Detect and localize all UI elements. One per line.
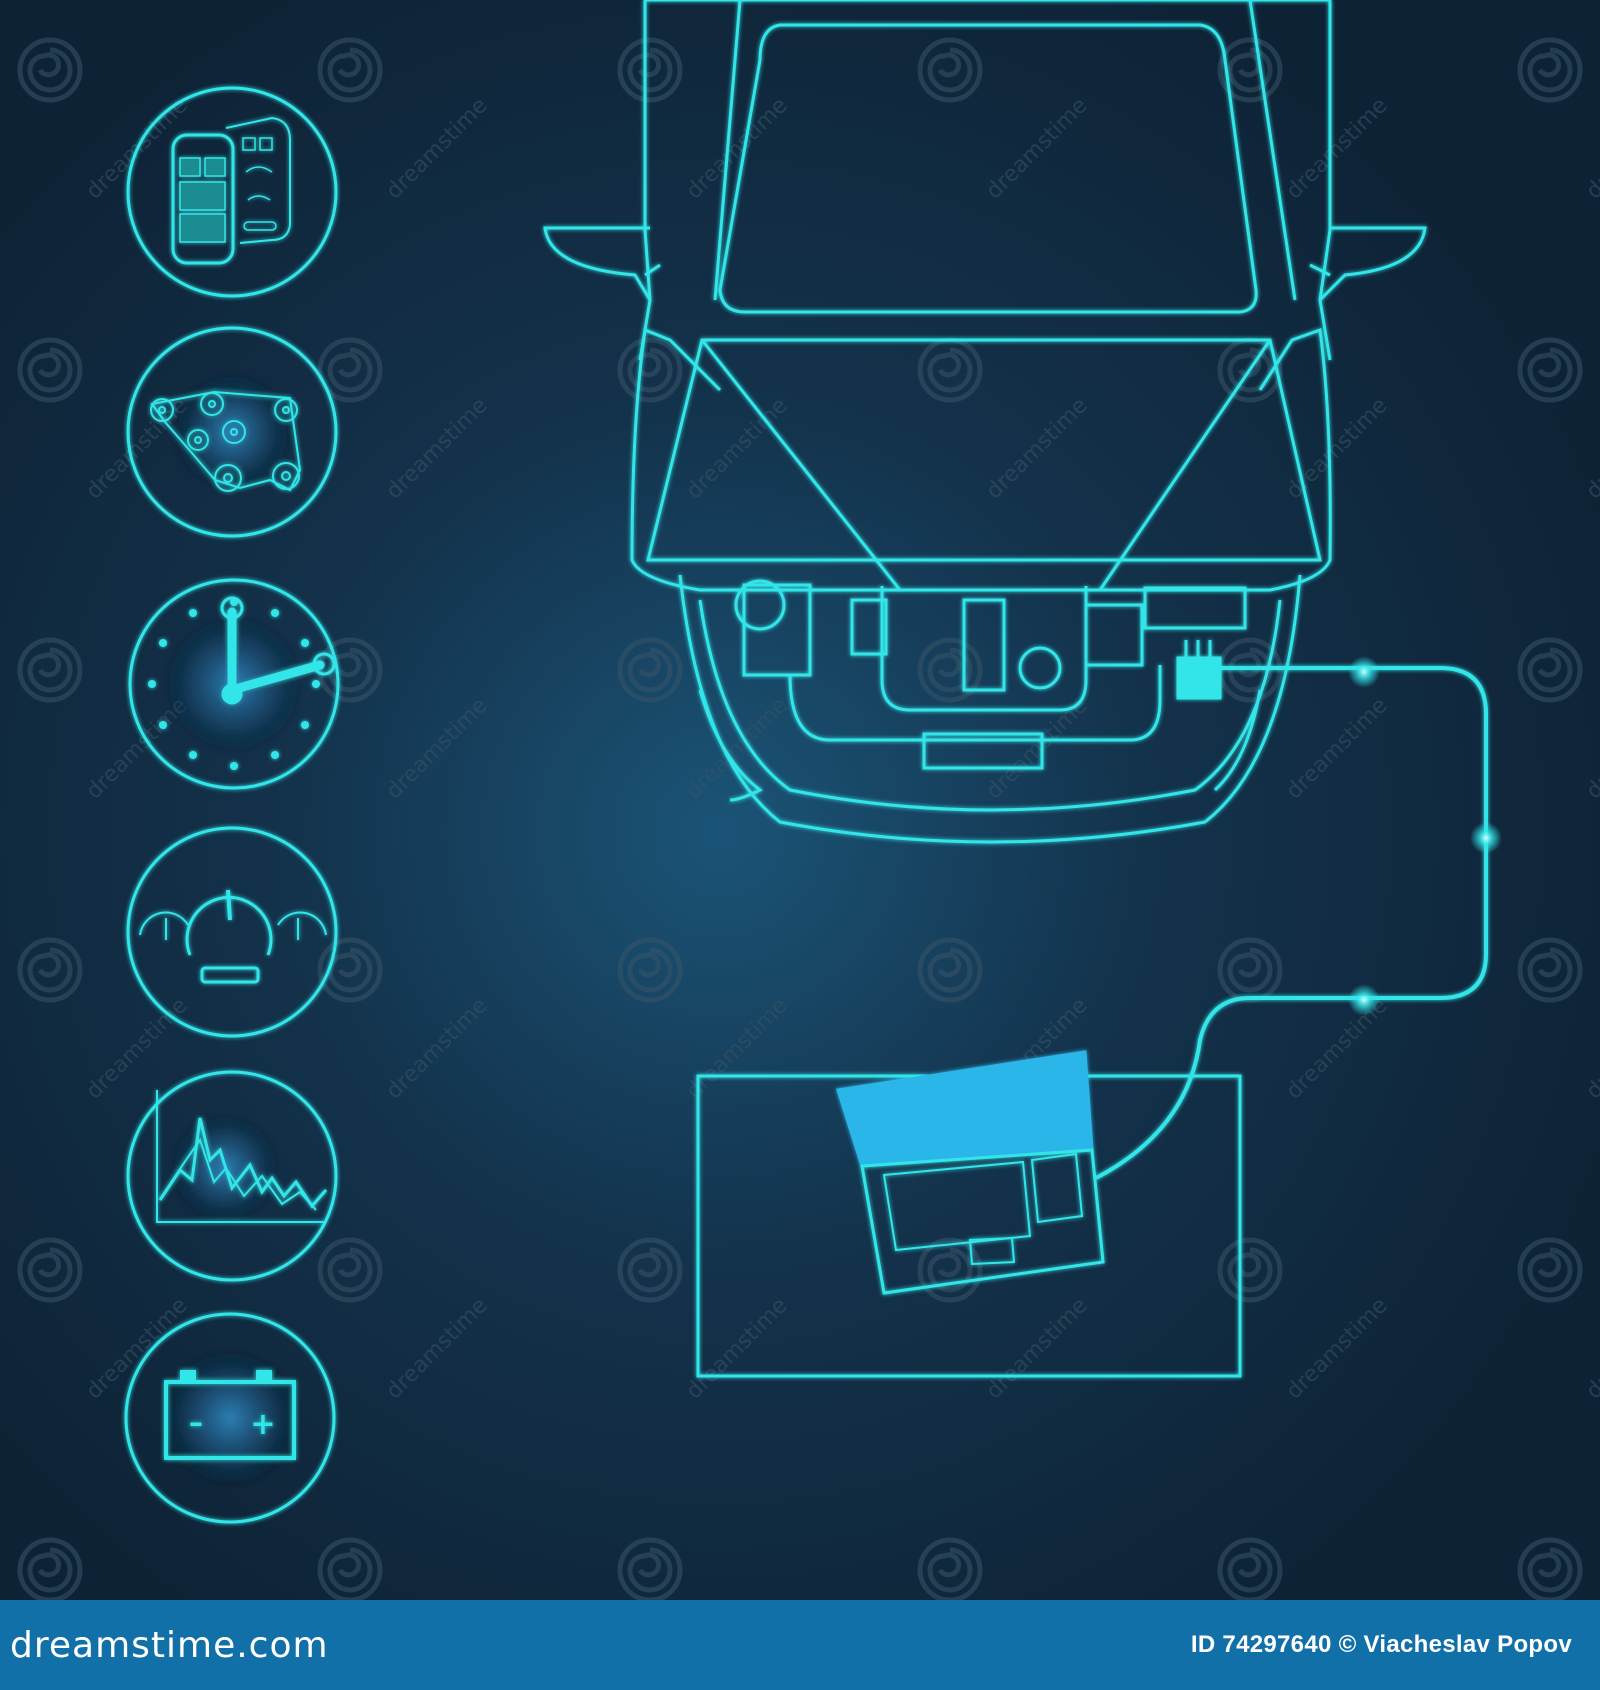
brand-logo[interactable]: dreamstime.com: [10, 1625, 329, 1666]
stock-illustration: dreamstime dreamstime dreamstime dreamstime…: [0, 0, 1600, 1690]
image-credit: ID 74297640 © Viacheslav Popov: [1190, 1631, 1572, 1658]
obd-connector: [1176, 656, 1222, 700]
illustration-canvas: dreamstimedreamstimedreamstimedreamstime…: [0, 0, 1600, 1600]
cable-glow-dot: [1348, 984, 1380, 1016]
brand-name: dreamstime.com: [10, 1624, 329, 1666]
footer-bar: dreamstime.com ID 74297640 © Viacheslav …: [0, 1600, 1600, 1690]
battery-plus-label: +: [250, 1407, 275, 1442]
cable-glow-dot: [1348, 656, 1380, 688]
cable-glow-dot: [1470, 822, 1502, 854]
battery-minus-label: –: [189, 1406, 203, 1439]
